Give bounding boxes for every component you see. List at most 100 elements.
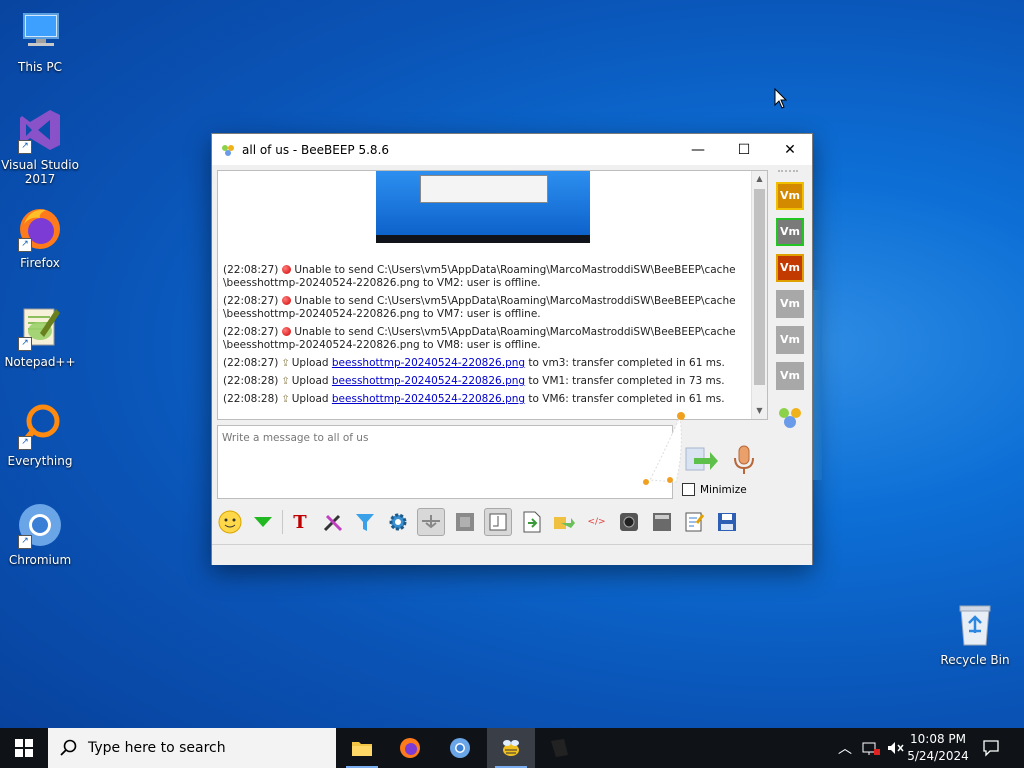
taskbar-chromium[interactable] bbox=[436, 728, 484, 768]
user-avatar[interactable]: Vm bbox=[776, 326, 804, 354]
minimize-button[interactable]: — bbox=[675, 134, 721, 165]
file-link[interactable]: beesshottmp-20240524-220826.png bbox=[332, 375, 525, 387]
filter-icon[interactable] bbox=[352, 509, 378, 535]
maximize-button[interactable]: ☐ bbox=[721, 134, 767, 165]
chromium-icon: ↗ bbox=[16, 501, 64, 549]
firefox-icon: ↗ bbox=[16, 204, 64, 252]
minimize-checkbox[interactable]: Minimize bbox=[682, 483, 747, 496]
window-title: all of us - BeeBEEP 5.8.6 bbox=[242, 142, 390, 157]
beebeep-window: all of us - BeeBEEP 5.8.6 — ☐ ✕ (22:08:2… bbox=[211, 133, 813, 565]
minimize-icon: — bbox=[691, 141, 705, 158]
group-members-icon[interactable] bbox=[776, 404, 804, 432]
taskbar-black-app[interactable] bbox=[535, 728, 583, 768]
compact-view-icon[interactable] bbox=[484, 508, 512, 536]
floppy-save-icon[interactable] bbox=[714, 509, 740, 535]
desktop-icon-notepadpp[interactable]: ↗ Notepad++ bbox=[0, 303, 80, 369]
chat-message: (22:08:27) Unable to send C:\Users\vm5\Ap… bbox=[223, 264, 743, 290]
desktop-icon-firefox[interactable]: ↗ Firefox bbox=[0, 204, 80, 270]
desktop-icon-label: Chromium bbox=[8, 553, 72, 567]
upload-icon: ⇪ bbox=[281, 358, 290, 369]
user-avatar[interactable]: Vm bbox=[776, 362, 804, 390]
chat-message: (22:08:28) ⇪ Upload beesshottmp-20240524-2… bbox=[223, 375, 743, 388]
html-icon[interactable]: </> bbox=[584, 509, 610, 535]
checkbox-box[interactable] bbox=[682, 483, 695, 496]
save-icon[interactable] bbox=[519, 509, 545, 535]
taskbar-clock[interactable]: 10:08 PM 5/24/2024 bbox=[898, 731, 978, 765]
chat-scrollbar[interactable]: ▲ ▼ bbox=[751, 171, 767, 419]
shortcut-arrow-icon: ↗ bbox=[18, 140, 32, 154]
firefox-icon bbox=[400, 738, 420, 758]
file-link[interactable]: beesshottmp-20240524-220826.png bbox=[332, 393, 525, 405]
download-icon[interactable] bbox=[250, 509, 276, 535]
folder-icon bbox=[352, 742, 372, 756]
send-file-icon[interactable] bbox=[551, 509, 577, 535]
notepadpp-icon: ↗ bbox=[16, 303, 64, 351]
window-titlebar[interactable]: all of us - BeeBEEP 5.8.6 — ☐ ✕ bbox=[212, 134, 812, 165]
video-icon[interactable] bbox=[452, 509, 478, 535]
user-avatar[interactable]: Vm bbox=[776, 254, 804, 282]
shortcut-arrow-icon: ↗ bbox=[18, 337, 32, 351]
desktop-icon-everything[interactable]: ↗ Everything bbox=[0, 402, 80, 468]
font-icon[interactable]: T bbox=[287, 509, 313, 535]
computer-icon bbox=[16, 8, 64, 56]
action-center-button[interactable] bbox=[968, 728, 1014, 768]
chevron-up-icon[interactable]: ︿ bbox=[838, 738, 852, 758]
chat-message: (22:08:27) Unable to send C:\Users\vm5\Ap… bbox=[223, 295, 743, 321]
beebeep-app-icon bbox=[220, 142, 236, 158]
message-text: Unable to send C:\Users\vm5\AppData\Roam… bbox=[294, 295, 736, 307]
settings-icon[interactable] bbox=[385, 509, 411, 535]
user-avatar[interactable]: Vm bbox=[776, 182, 804, 210]
user-avatar-label: Vm bbox=[780, 189, 800, 202]
desktop-icon-recycle-bin[interactable]: Recycle Bin bbox=[935, 601, 1015, 667]
screenshot-preview-image[interactable] bbox=[376, 171, 590, 243]
user-avatar-label: Vm bbox=[780, 225, 800, 238]
message-text: to VM1: transfer completed in 73 ms. bbox=[528, 375, 725, 387]
desktop-icon-chromium[interactable]: ↗ Chromium bbox=[0, 501, 80, 567]
upload-icon: ⇪ bbox=[281, 394, 290, 405]
scroll-down-icon[interactable]: ▼ bbox=[752, 403, 767, 419]
chat-history[interactable]: (22:08:27) Unable to send C:\Users\vm5\Ap… bbox=[217, 170, 768, 420]
network-icon[interactable] bbox=[862, 740, 880, 756]
desktop-icon-label: Visual Studio 2017 bbox=[1, 158, 79, 186]
desktop-icon-label: This PC bbox=[18, 60, 62, 74]
webcam-icon[interactable] bbox=[616, 509, 642, 535]
taskbar-beebeep[interactable] bbox=[487, 728, 535, 768]
user-avatar[interactable]: Vm bbox=[776, 218, 804, 246]
close-button[interactable]: ✕ bbox=[767, 134, 813, 165]
notification-icon bbox=[983, 740, 999, 757]
message-text: \beesshottmp-20240524-220826.png to VM8:… bbox=[223, 339, 541, 351]
calculator-icon[interactable] bbox=[649, 509, 675, 535]
screenshot-icon[interactable] bbox=[417, 508, 445, 536]
message-input[interactable]: Write a message to all of us bbox=[217, 425, 673, 499]
scroll-up-icon[interactable]: ▲ bbox=[752, 171, 767, 187]
chat-message: (22:08:27) Unable to send C:\Users\vm5\Ap… bbox=[223, 326, 743, 352]
desktop-icon-this-pc[interactable]: This PC bbox=[0, 8, 80, 74]
emoticons-icon[interactable] bbox=[217, 509, 243, 535]
send-message-icon bbox=[685, 447, 718, 471]
shortcut-arrow-icon: ↗ bbox=[18, 436, 32, 450]
send-button[interactable] bbox=[684, 446, 718, 476]
taskbar-firefox[interactable] bbox=[386, 728, 434, 768]
desktop-icon-visual-studio[interactable]: ↗ Visual Studio 2017 bbox=[0, 106, 80, 186]
search-placeholder: Type here to search bbox=[88, 740, 226, 756]
notes-icon[interactable] bbox=[681, 509, 707, 535]
message-text: Unable to send C:\Users\vm5\AppData\Roam… bbox=[294, 326, 736, 338]
system-tray: ︿ bbox=[838, 728, 904, 768]
search-magnifier-icon: ↗ bbox=[16, 402, 64, 450]
error-icon bbox=[282, 327, 292, 336]
scroll-thumb[interactable] bbox=[754, 189, 765, 385]
start-button[interactable] bbox=[0, 728, 48, 768]
color-picker-icon[interactable] bbox=[320, 509, 346, 535]
desktop-icon-label: Recycle Bin bbox=[940, 653, 1010, 667]
message-time: (22:08:27) bbox=[223, 357, 279, 369]
taskbar-file-explorer[interactable] bbox=[338, 728, 386, 768]
beebeep-icon bbox=[503, 740, 519, 756]
sidebar-grip bbox=[778, 170, 798, 178]
visual-studio-icon: ↗ bbox=[16, 106, 64, 154]
voice-message-button[interactable] bbox=[732, 444, 756, 476]
preview-window bbox=[420, 175, 548, 203]
taskbar-search-box[interactable]: Type here to search bbox=[48, 728, 336, 768]
message-text: \beesshottmp-20240524-220826.png to VM7:… bbox=[223, 308, 541, 320]
file-link[interactable]: beesshottmp-20240524-220826.png bbox=[332, 357, 525, 369]
user-avatar[interactable]: Vm bbox=[776, 290, 804, 318]
